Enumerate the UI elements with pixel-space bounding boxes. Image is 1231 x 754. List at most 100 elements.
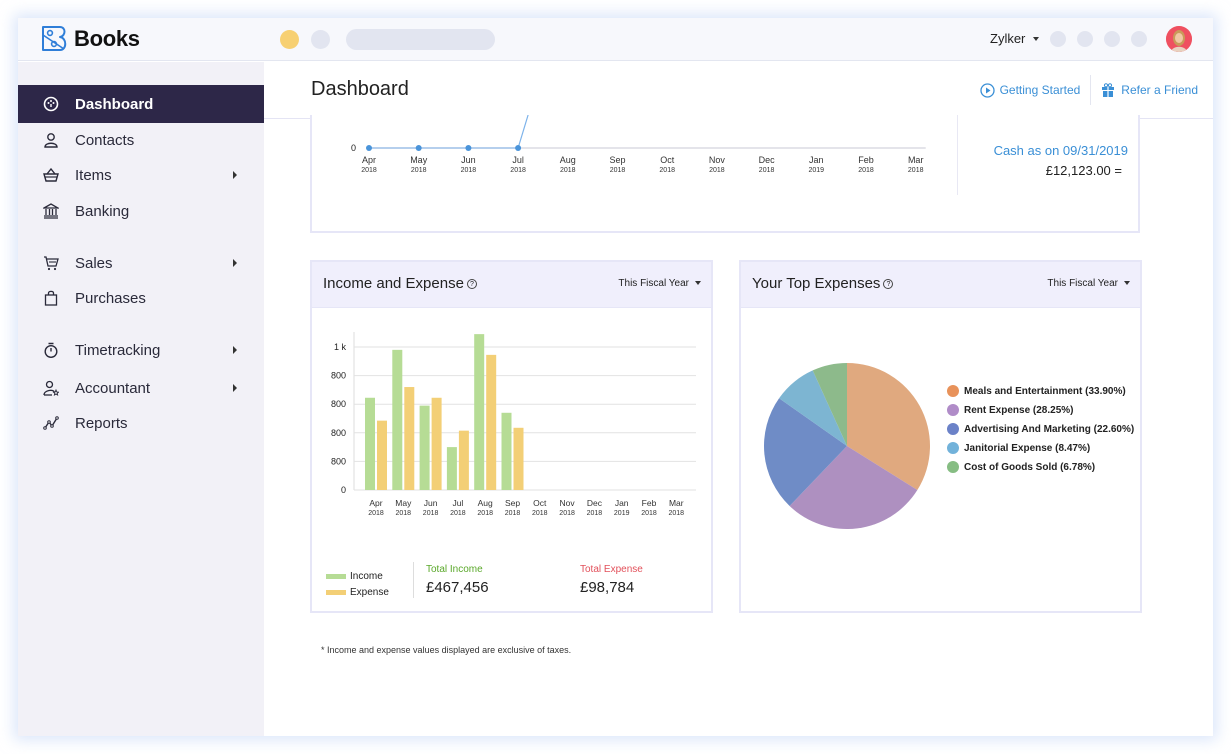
x-tick-label: Mar — [908, 155, 924, 165]
placeholder-dot-icon — [311, 30, 330, 49]
user-avatar[interactable] — [1166, 26, 1192, 52]
legend-income-label: Income — [350, 570, 383, 582]
y-tick-label: 800 — [331, 456, 346, 466]
x-tick-label: Aug — [560, 155, 576, 165]
period-dropdown[interactable]: This Fiscal Year — [1047, 278, 1130, 289]
pie-legend-item[interactable]: Rent Expense (28.25%) — [947, 404, 1134, 416]
legend-color-dot — [947, 442, 959, 454]
x-tick-year: 2019 — [809, 167, 825, 174]
sidebar-item-label: Accountant — [75, 379, 151, 397]
getting-started-link[interactable]: Getting Started — [979, 82, 1080, 98]
x-tick-year: 2018 — [477, 510, 493, 517]
sidebar-item-label: Items — [75, 166, 112, 184]
sidebar-item-contacts[interactable]: Contacts — [18, 121, 264, 159]
cash-flow-card: 0 Apr 2018 May 2018 Jun 2018 Jul 2018 Aug 2018 Sep 2… — [310, 115, 1140, 233]
income-expense-title: Income and Expense — [323, 275, 464, 292]
cash-value: £12,123.00 = — [1045, 163, 1122, 178]
top-expenses-pie-chart — [764, 363, 930, 529]
sidebar-item-reports[interactable]: Reports — [18, 404, 264, 442]
top-bar: Books Zylker — [18, 18, 1213, 61]
dashboard-icon — [42, 95, 60, 113]
search-placeholder-bar[interactable] — [346, 29, 495, 50]
header-action-icon[interactable] — [1104, 31, 1120, 47]
sidebar-item-sales[interactable]: Sales — [18, 244, 264, 282]
y-tick-label: 0 — [341, 485, 346, 495]
cash-as-on-label: Cash as on 09/31/2019 — [993, 143, 1128, 158]
x-tick-year: 2018 — [759, 167, 775, 174]
pie-legend-item[interactable]: Advertising And Marketing (22.60%) — [947, 423, 1134, 435]
app-window: Books Zylker Dashboard Contacts Items Ba… — [18, 18, 1213, 736]
x-tick-label: Mar — [669, 498, 684, 508]
org-name: Zylker — [990, 31, 1026, 46]
sidebar: Dashboard Contacts Items Banking Sales P… — [18, 62, 264, 736]
gift-icon — [1102, 83, 1115, 97]
card-divider — [957, 115, 958, 195]
app-logo[interactable]: Books — [40, 25, 140, 53]
pie-legend-item[interactable]: Cost of Goods Sold (6.78%) — [947, 461, 1134, 473]
legend-color-dot — [947, 404, 959, 416]
sidebar-item-purchases[interactable]: Purchases — [18, 279, 264, 317]
data-point — [515, 145, 522, 151]
header-action-icon[interactable] — [1077, 31, 1093, 47]
x-tick-label: Oct — [533, 498, 547, 508]
x-tick-label: Jun — [461, 155, 476, 165]
pie-legend-item[interactable]: Meals and Entertainment (33.90%) — [947, 385, 1134, 397]
status-dot-icon — [280, 30, 299, 49]
sidebar-item-items[interactable]: Items — [18, 156, 264, 194]
legend-income: Income — [326, 568, 389, 584]
data-point — [366, 145, 372, 151]
x-tick-label: Apr — [369, 498, 382, 508]
x-tick-year: 2018 — [368, 510, 384, 517]
legend-label: Advertising And Marketing (22.60%) — [964, 423, 1135, 435]
x-tick-year: 2018 — [505, 510, 521, 517]
legend-expense: Expense — [326, 584, 389, 600]
x-tick-label: Feb — [858, 155, 874, 165]
chevron-right-icon — [233, 346, 237, 354]
sidebar-item-timetracking[interactable]: Timetracking — [18, 331, 264, 369]
total-expense-label: Total Expense — [580, 564, 643, 575]
card-header: Your Top Expenses? This Fiscal Year — [741, 262, 1140, 308]
card-header: Income and Expense? This Fiscal Year — [312, 262, 711, 308]
total-income-label: Total Income — [426, 564, 483, 575]
play-circle-icon — [979, 82, 995, 98]
x-tick-year: 2018 — [587, 510, 603, 517]
income-bar — [392, 349, 403, 490]
help-icon[interactable]: ? — [883, 279, 894, 289]
income-bar — [446, 447, 457, 490]
x-tick-year: 2018 — [669, 510, 685, 517]
stopwatch-icon — [42, 341, 60, 359]
basket-icon — [42, 166, 60, 184]
legend-label: Meals and Entertainment (33.90%) — [964, 385, 1126, 397]
sidebar-item-dashboard[interactable]: Dashboard — [18, 85, 264, 123]
expense-bar — [513, 427, 524, 490]
data-point — [415, 145, 422, 151]
legend-expense-label: Expense — [350, 586, 389, 598]
chevron-down-icon — [1033, 37, 1040, 41]
x-tick-year: 2018 — [908, 167, 924, 174]
refer-friend-link[interactable]: Refer a Friend — [1101, 83, 1198, 97]
help-icon[interactable]: ? — [466, 279, 477, 289]
header-action-icon[interactable] — [1131, 31, 1147, 47]
x-tick-label: May — [395, 498, 412, 508]
books-logo-icon — [42, 26, 67, 51]
period-dropdown[interactable]: This Fiscal Year — [618, 278, 701, 289]
bag-icon — [42, 289, 60, 307]
total-income-value: £467,456 — [426, 579, 489, 596]
org-switcher[interactable]: Zylker — [990, 31, 1040, 46]
total-expense: Total Expense £98,784 — [580, 564, 643, 596]
header-action-icon[interactable] — [1050, 31, 1066, 47]
pie-legend-item[interactable]: Janitorial Expense (8.47%) — [947, 442, 1134, 454]
sidebar-item-banking[interactable]: Banking — [18, 192, 264, 230]
income-bar — [474, 334, 485, 490]
legend-label: Janitorial Expense (8.47%) — [964, 442, 1091, 454]
x-tick-year: 2018 — [610, 167, 626, 174]
income-expense-card: Income and Expense? This Fiscal Year 0 80… — [310, 260, 713, 613]
expense-bar — [458, 430, 469, 490]
sidebar-item-accountant[interactable]: Accountant — [18, 369, 264, 407]
total-expense-value: £98,784 — [580, 579, 635, 596]
expense-bar — [404, 387, 415, 490]
x-tick-label: Nov — [709, 155, 726, 165]
x-tick-year: 2018 — [450, 510, 466, 517]
card-title: Income and Expense? — [323, 275, 477, 292]
legend-label: Rent Expense (28.25%) — [964, 404, 1074, 416]
